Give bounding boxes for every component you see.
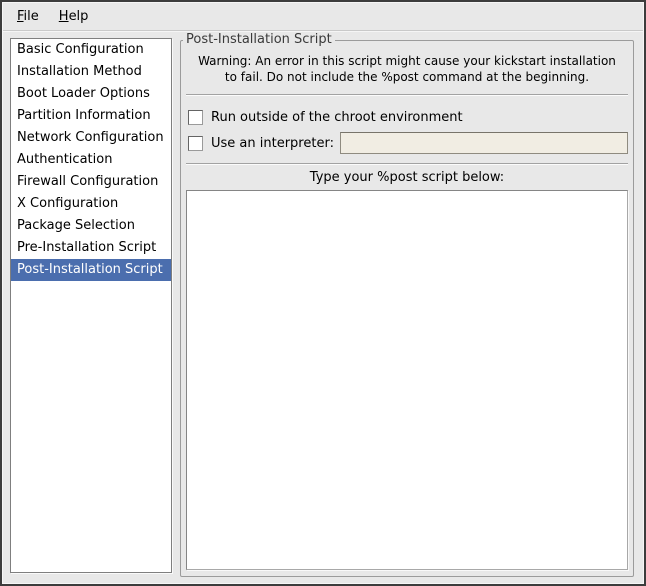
sidebar-item[interactable]: Partition Information	[11, 105, 171, 127]
menu-help-label: elp	[69, 9, 89, 24]
separator	[186, 163, 628, 165]
frame-title: Post-Installation Script	[183, 32, 335, 48]
sidebar-item[interactable]: Authentication	[11, 149, 171, 171]
interpreter-input[interactable]	[340, 132, 628, 154]
section-list: Basic Configuration Installation Method …	[10, 38, 172, 573]
sidebar-item[interactable]: Boot Loader Options	[11, 83, 171, 105]
chroot-checkbox-row: Run outside of the chroot environment	[186, 105, 628, 129]
menu-help[interactable]: Help	[49, 5, 99, 28]
menu-help-mnemonic: H	[59, 9, 69, 24]
warning-line-1: Warning: An error in this script might c…	[186, 53, 628, 69]
script-prompt-label: Type your %post script below:	[186, 170, 628, 185]
sidebar-item[interactable]: Installation Method	[11, 61, 171, 83]
sidebar-item[interactable]: Pre-Installation Script	[11, 237, 171, 259]
menu-file[interactable]: File	[7, 5, 49, 28]
chroot-checkbox[interactable]	[188, 110, 203, 125]
sidebar-item[interactable]: Basic Configuration	[11, 39, 171, 61]
sidebar-item[interactable]: Firewall Configuration	[11, 171, 171, 193]
interpreter-checkbox-row: Use an interpreter:	[186, 131, 628, 155]
interpreter-checkbox-label: Use an interpreter:	[211, 136, 334, 151]
menu-bar: File Help	[3, 3, 643, 31]
sidebar-item[interactable]: Post-Installation Script	[11, 259, 171, 281]
warning-line-2: to fail. Do not include the %post comman…	[186, 69, 628, 85]
menu-file-label: ile	[24, 9, 39, 24]
separator	[186, 94, 628, 96]
post-installation-frame: Post-Installation Script Warning: An err…	[180, 40, 634, 577]
sidebar-item[interactable]: Network Configuration	[11, 127, 171, 149]
sidebar-item[interactable]: X Configuration	[11, 193, 171, 215]
interpreter-checkbox[interactable]	[188, 136, 203, 151]
chroot-checkbox-label: Run outside of the chroot environment	[211, 110, 463, 125]
sidebar-item[interactable]: Package Selection	[11, 215, 171, 237]
post-script-textarea[interactable]	[186, 190, 628, 570]
kickstart-configurator-window: File Help Basic Configuration Installati…	[0, 0, 646, 586]
warning-text: Warning: An error in this script might c…	[186, 53, 628, 85]
